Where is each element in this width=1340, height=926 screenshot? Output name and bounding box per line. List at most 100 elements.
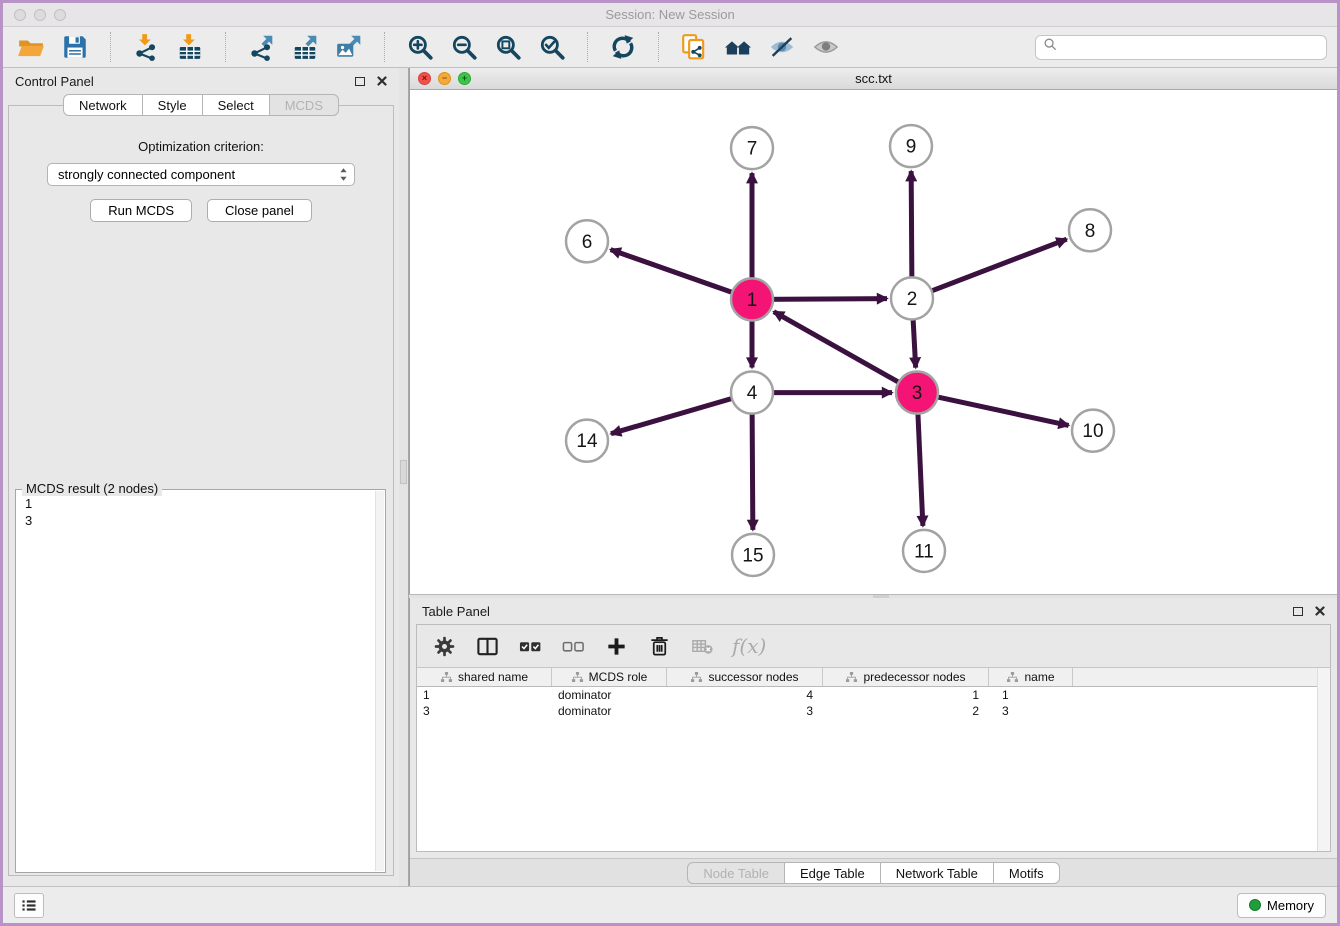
titlebar: Session: New Session bbox=[3, 3, 1337, 27]
graph-edge-1-6[interactable] bbox=[611, 250, 752, 300]
table-tab-network-table[interactable]: Network Table bbox=[880, 862, 993, 884]
add-icon[interactable] bbox=[603, 633, 629, 659]
table-cell[interactable]: 3 bbox=[667, 704, 823, 718]
zoom-in-icon[interactable] bbox=[402, 31, 438, 63]
import-table-icon[interactable] bbox=[172, 31, 208, 63]
minimize-network-icon[interactable]: − bbox=[438, 72, 451, 85]
node-table: shared nameMCDS rolesuccessor nodesprede… bbox=[417, 667, 1330, 851]
graph-node-14[interactable]: 14 bbox=[566, 420, 608, 462]
graph-node-15[interactable]: 15 bbox=[732, 534, 774, 576]
zoom-window-button[interactable] bbox=[54, 9, 66, 21]
toolbar-separator bbox=[110, 32, 111, 62]
zoom-fit-icon[interactable] bbox=[490, 31, 526, 63]
table-cell[interactable]: 2 bbox=[823, 704, 989, 718]
table-scrollbar[interactable] bbox=[1317, 668, 1330, 851]
graph-node-11[interactable]: 11 bbox=[903, 530, 945, 572]
table-cell[interactable]: 3 bbox=[989, 704, 1073, 718]
graph-node-9[interactable]: 9 bbox=[890, 125, 932, 167]
clone-network-icon[interactable] bbox=[676, 31, 712, 63]
mcds-result-box: MCDS result (2 nodes) 13 bbox=[15, 489, 386, 873]
gear-icon[interactable] bbox=[431, 633, 457, 659]
table-row[interactable]: 1dominator411 bbox=[417, 687, 1330, 703]
table-panel: Table Panel f(x) shared nameMCDS rolesuc… bbox=[409, 598, 1337, 886]
svg-text:1: 1 bbox=[747, 290, 758, 311]
table-cell[interactable]: 1 bbox=[989, 688, 1073, 702]
graph-node-8[interactable]: 8 bbox=[1069, 209, 1111, 251]
export-table-icon[interactable] bbox=[287, 31, 323, 63]
tab-select[interactable]: Select bbox=[202, 94, 269, 116]
zoom-selected-icon[interactable] bbox=[534, 31, 570, 63]
column-header-successor-nodes[interactable]: successor nodes bbox=[667, 668, 823, 686]
import-network-icon[interactable] bbox=[128, 31, 164, 63]
open-icon[interactable] bbox=[13, 31, 49, 63]
network-window-titlebar: × − + scc.txt bbox=[410, 68, 1337, 90]
column-header-mcds-role[interactable]: MCDS role bbox=[552, 668, 667, 686]
export-network-icon[interactable] bbox=[243, 31, 279, 63]
vertical-splitter[interactable] bbox=[399, 68, 409, 886]
search-input[interactable] bbox=[1063, 39, 1319, 56]
deselect-all-icon[interactable] bbox=[560, 633, 586, 659]
svg-text:6: 6 bbox=[582, 232, 593, 253]
graph-node-7[interactable]: 7 bbox=[731, 127, 773, 169]
close-network-icon[interactable]: × bbox=[418, 72, 431, 85]
column-header-predecessor-nodes[interactable]: predecessor nodes bbox=[823, 668, 989, 686]
column-header-name[interactable]: name bbox=[989, 668, 1073, 686]
table-cell[interactable]: 3 bbox=[417, 704, 552, 718]
close-window-button[interactable] bbox=[14, 9, 26, 21]
network-canvas[interactable]: 1 2 3 4 6 7 8 9 10 11 14 15 bbox=[410, 90, 1337, 594]
splitter-handle[interactable] bbox=[400, 460, 407, 484]
graph-edge-2-8[interactable] bbox=[912, 239, 1067, 298]
table-cell[interactable]: 4 bbox=[667, 688, 823, 702]
tab-style[interactable]: Style bbox=[142, 94, 202, 116]
table-cell[interactable]: dominator bbox=[552, 704, 667, 718]
table-tab-node-table[interactable]: Node Table bbox=[687, 862, 784, 884]
task-history-button[interactable] bbox=[14, 893, 44, 918]
table-cell[interactable]: 1 bbox=[417, 688, 552, 702]
svg-text:3: 3 bbox=[912, 383, 923, 404]
graph-node-2[interactable]: 2 bbox=[891, 277, 933, 319]
toolbar-separator bbox=[384, 32, 385, 62]
first-neighbors-icon[interactable] bbox=[720, 31, 756, 63]
horizontal-splitter[interactable] bbox=[409, 594, 1337, 598]
table-panel-header: Table Panel bbox=[410, 598, 1337, 624]
table-cell[interactable]: dominator bbox=[552, 688, 667, 702]
graph-node-1[interactable]: 1 bbox=[731, 278, 773, 320]
search-field[interactable] bbox=[1035, 35, 1327, 60]
graph-edge-3-10[interactable] bbox=[917, 393, 1069, 426]
graph-node-3[interactable]: 3 bbox=[896, 372, 938, 414]
table-cell[interactable]: 1 bbox=[823, 688, 989, 702]
tab-mcds[interactable]: MCDS bbox=[269, 94, 339, 116]
graph-node-4[interactable]: 4 bbox=[731, 372, 773, 414]
select-all-icon[interactable] bbox=[517, 633, 543, 659]
table-row[interactable]: 3dominator323 bbox=[417, 703, 1330, 719]
table-tab-motifs[interactable]: Motifs bbox=[993, 862, 1060, 884]
minimize-window-button[interactable] bbox=[34, 9, 46, 21]
splitter-handle[interactable] bbox=[873, 595, 889, 598]
show-all-icon[interactable] bbox=[808, 31, 844, 63]
network-window: × − + scc.txt 1 2 3 4 6 7 8 9 10 11 14 15 bbox=[409, 68, 1337, 594]
hide-selected-icon[interactable] bbox=[764, 31, 800, 63]
graph-edge-3-1[interactable] bbox=[774, 312, 917, 393]
export-image-icon[interactable] bbox=[331, 31, 367, 63]
save-icon[interactable] bbox=[57, 31, 93, 63]
delete-icon[interactable] bbox=[646, 633, 672, 659]
memory-button[interactable]: Memory bbox=[1237, 893, 1326, 918]
result-scrollbar[interactable] bbox=[375, 491, 384, 871]
close-panel-icon[interactable] bbox=[1315, 606, 1325, 616]
close-panel-button[interactable]: Close panel bbox=[207, 199, 312, 222]
run-mcds-button[interactable]: Run MCDS bbox=[90, 199, 192, 222]
maximize-network-icon[interactable]: + bbox=[458, 72, 471, 85]
tab-network[interactable]: Network bbox=[63, 94, 142, 116]
table-tab-edge-table[interactable]: Edge Table bbox=[784, 862, 880, 884]
optimization-select[interactable]: strongly connected component bbox=[47, 163, 355, 186]
float-panel-icon[interactable] bbox=[355, 77, 365, 86]
graph-node-10[interactable]: 10 bbox=[1072, 410, 1114, 452]
split-column-icon[interactable] bbox=[474, 633, 500, 659]
svg-text:10: 10 bbox=[1082, 421, 1103, 442]
zoom-out-icon[interactable] bbox=[446, 31, 482, 63]
column-header-shared-name[interactable]: shared name bbox=[417, 668, 552, 686]
graph-node-6[interactable]: 6 bbox=[566, 220, 608, 262]
refresh-icon[interactable] bbox=[605, 31, 641, 63]
close-panel-icon[interactable] bbox=[377, 76, 387, 86]
float-panel-icon[interactable] bbox=[1293, 607, 1303, 616]
